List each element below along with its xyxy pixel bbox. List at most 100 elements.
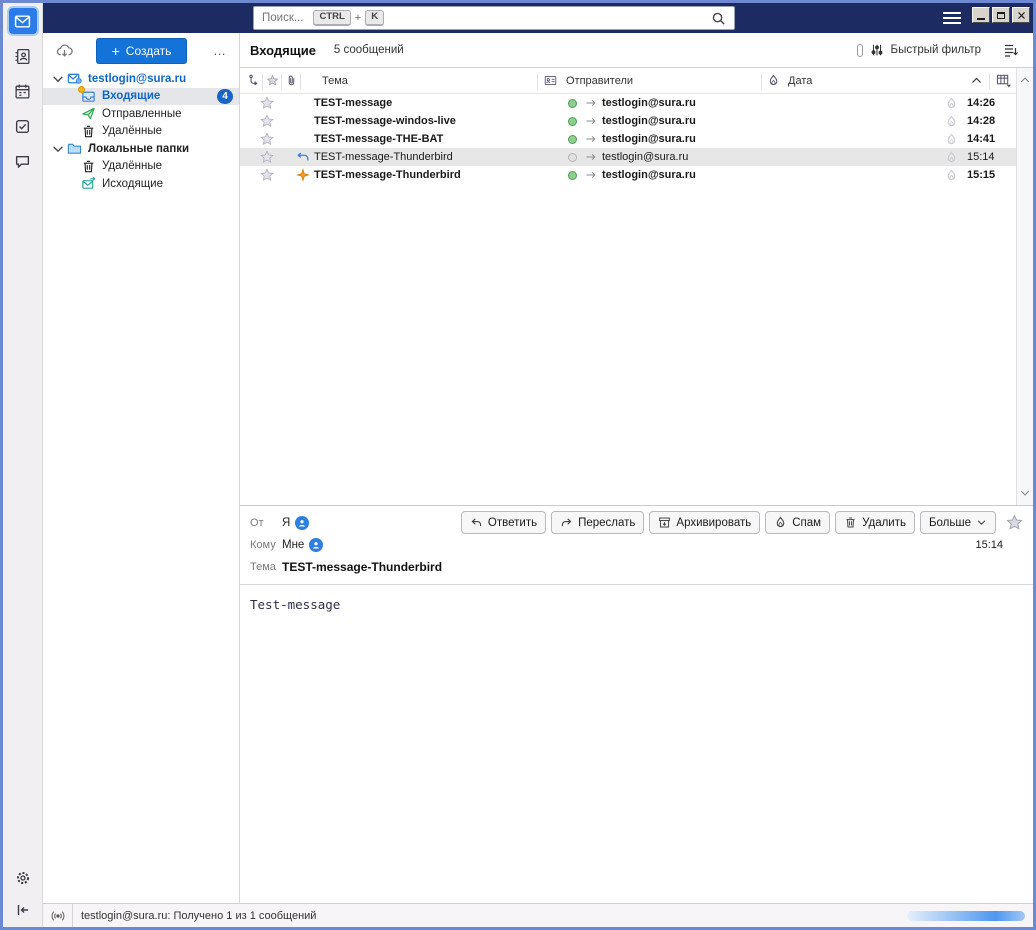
maximize-button[interactable] (992, 7, 1010, 23)
unread-dot-icon[interactable] (568, 171, 577, 180)
message-time: 15:14 (975, 539, 1027, 551)
message-row[interactable]: TEST-message-Thunderbirdtestlogin@sura.r… (240, 166, 1016, 184)
junk-flame-icon[interactable] (945, 97, 958, 110)
button-label: Удалить (862, 517, 906, 529)
star-icon[interactable] (260, 96, 274, 110)
column-picker-button[interactable] (990, 73, 1016, 89)
app-menu-button[interactable] (943, 12, 961, 24)
network-activity-box (43, 904, 73, 927)
recipient-avatar[interactable] (309, 538, 323, 552)
quick-filter-button[interactable]: Быстрый фильтр (857, 43, 981, 57)
address-book-icon (14, 48, 31, 65)
to-value: Мне (282, 539, 304, 551)
button-label: Переслать (578, 517, 635, 529)
button-label: Архивировать (676, 517, 751, 529)
close-button[interactable] (1012, 7, 1030, 23)
status-bar: testlogin@sura.ru: Получено 1 из 1 сообщ… (43, 903, 1033, 927)
message-subject: TEST-message-Thunderbird (310, 151, 510, 163)
star-icon[interactable] (260, 168, 274, 182)
message-subject: TEST-message (310, 97, 510, 109)
folder-item-Отправленные[interactable]: Отправленные (43, 105, 239, 123)
star-icon[interactable] (260, 114, 274, 128)
mail-toolbar: Входящие 5 сообщений Быстрый фильтр (240, 33, 1033, 68)
search-input[interactable]: Поиск... CTRL + K (253, 6, 735, 30)
архивировать-button[interactable]: Архивировать (649, 511, 760, 534)
button-label: Больше (929, 517, 971, 529)
message-list-header: Тема Отправители Дата (240, 68, 1016, 94)
больше-button[interactable]: Больше (920, 511, 996, 534)
message-row[interactable]: TEST-message-Thunderbird testlogin@sura.r… (240, 148, 1016, 166)
unread-dot-icon[interactable] (568, 135, 577, 144)
chevron-down-icon[interactable] (51, 72, 65, 86)
star-icon[interactable] (260, 150, 274, 164)
folder-pane: + Создать … testlogin@sura.ru Входящие4От… (43, 33, 240, 903)
column-subject[interactable]: Тема (301, 73, 537, 89)
gear-icon (15, 870, 31, 886)
star-icon[interactable] (260, 132, 274, 146)
column-starred[interactable] (263, 73, 281, 89)
collapse-button[interactable] (11, 898, 35, 922)
folder-label: testlogin@sura.ru (88, 73, 186, 85)
folder-pane-options-button[interactable]: … (209, 41, 231, 60)
junk-flame-icon[interactable] (945, 169, 958, 182)
message-actions: Ответить Переслать Архивировать Спам Удалить… (461, 511, 996, 534)
message-list-scrollbar[interactable] (1016, 68, 1033, 505)
collapse-icon (15, 902, 31, 918)
ответить-button[interactable]: Ответить (461, 511, 546, 534)
radio-activity-icon (50, 909, 66, 923)
contact-card-icon (544, 74, 557, 87)
message-row[interactable]: TEST-message-windos-livetestlogin@sura.r… (240, 112, 1016, 130)
column-date[interactable]: Дата (784, 73, 989, 89)
read-dot-icon[interactable] (568, 153, 577, 162)
unread-dot-icon[interactable] (568, 99, 577, 108)
junk-flame-icon[interactable] (945, 151, 958, 164)
button-label: Ответить (488, 517, 537, 529)
message-star-icon[interactable] (1006, 514, 1023, 531)
folder-item-Удалённые[interactable]: Удалённые (43, 123, 239, 141)
outgoing-arrow-icon (584, 169, 598, 181)
replied-arrow-icon (296, 150, 310, 164)
search-placeholder: Поиск... (262, 12, 303, 24)
folder-item-Исходящие[interactable]: Исходящие (43, 175, 239, 193)
inbox-icon (81, 89, 96, 104)
unread-dot-icon[interactable] (568, 117, 577, 126)
спам-button[interactable]: Спам (765, 511, 830, 534)
folder-item-Входящие[interactable]: Входящие4 (43, 88, 239, 106)
get-messages-icon[interactable] (55, 42, 74, 59)
message-list-display-options-icon[interactable] (1003, 42, 1019, 58)
folder-tree: testlogin@sura.ruВходящие4ОтправленныеУд… (43, 68, 239, 193)
column-spam-icon[interactable] (762, 73, 784, 89)
folder-item-testlogin@sura.ru[interactable]: testlogin@sura.ru (43, 70, 239, 88)
minimize-button[interactable] (972, 7, 990, 23)
column-correspondents[interactable]: Отправители (562, 73, 761, 89)
message-subject: TEST-message-Thunderbird (282, 560, 442, 574)
forward-icon (560, 516, 573, 529)
space-tasks[interactable] (9, 113, 37, 139)
junk-flame-icon[interactable] (945, 115, 958, 128)
переслать-button[interactable]: Переслать (551, 511, 644, 534)
archive-icon (658, 516, 671, 529)
space-mail[interactable] (9, 8, 37, 34)
sort-ascending-icon (970, 74, 983, 87)
space-calendar[interactable] (9, 78, 37, 104)
column-correspondents-icon[interactable] (538, 73, 562, 89)
flag-placeholder (296, 114, 310, 128)
column-picker-icon (996, 73, 1011, 88)
folder-item-Удалённые[interactable]: Удалённые (43, 158, 239, 176)
folder-item-Локальные папки[interactable]: Локальные папки (43, 140, 239, 158)
sender-avatar[interactable] (295, 516, 309, 530)
space-address-book[interactable] (9, 43, 37, 69)
message-sender: testlogin@sura.ru (598, 151, 945, 163)
flame-icon (767, 74, 780, 87)
message-row[interactable]: TEST-messagetestlogin@sura.ru14:26 (240, 94, 1016, 112)
account-mail-icon (67, 71, 82, 86)
junk-flame-icon[interactable] (945, 133, 958, 146)
chevron-down-icon[interactable] (51, 142, 65, 156)
settings-button[interactable] (11, 866, 35, 890)
new-message-button[interactable]: + Создать (96, 38, 188, 64)
column-thread[interactable] (240, 73, 262, 89)
space-chat[interactable] (9, 148, 37, 174)
column-attachments[interactable] (282, 73, 300, 89)
message-row[interactable]: TEST-message-THE-BATtestlogin@sura.ru14:… (240, 130, 1016, 148)
удалить-button[interactable]: Удалить (835, 511, 915, 534)
